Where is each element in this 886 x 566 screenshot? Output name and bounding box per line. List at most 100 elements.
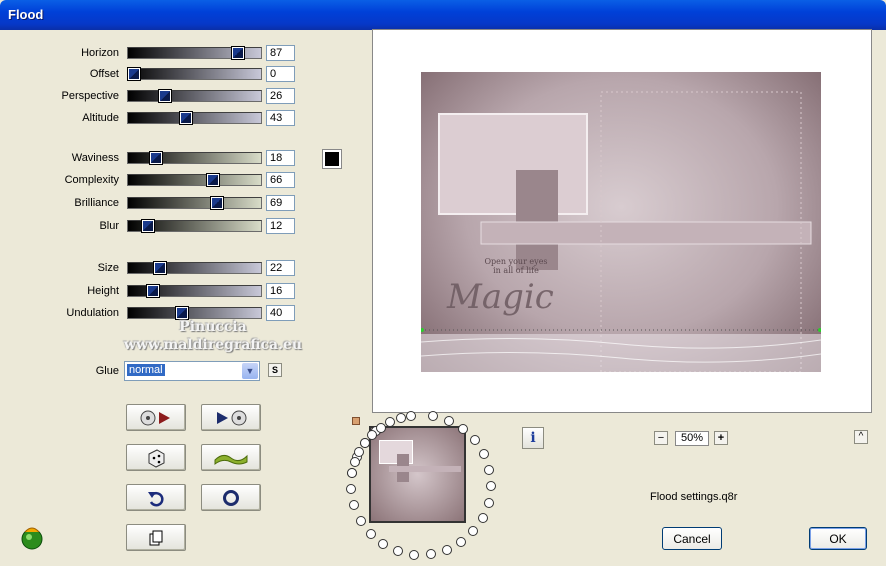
slider-thumb[interactable]: [159, 90, 172, 102]
undo-icon: [148, 491, 164, 506]
color-swatch[interactable]: [322, 149, 342, 169]
slider-value-field[interactable]: 69: [266, 195, 295, 211]
slider-track[interactable]: [127, 90, 262, 102]
navigator-dot: [375, 422, 386, 433]
navigator-dot: [367, 429, 378, 440]
slider-track[interactable]: [127, 174, 262, 186]
navigator-dot: [395, 413, 406, 424]
record-play-button[interactable]: [126, 404, 186, 431]
navigator-dot: [355, 515, 366, 526]
glue-label: Glue: [95, 365, 119, 377]
cancel-button[interactable]: Cancel: [662, 527, 722, 550]
caret-up-icon: ^: [858, 431, 864, 442]
navigator-dot: [484, 464, 495, 475]
navigator-dot: [346, 484, 357, 495]
slider-value-field[interactable]: 66: [266, 172, 295, 188]
navigator-dot: [477, 512, 488, 523]
window-title: Flood: [8, 7, 44, 22]
slider-track[interactable]: [127, 262, 262, 274]
navigator-dot: [470, 435, 480, 446]
slider-thumb[interactable]: [210, 197, 223, 209]
slider-thumb[interactable]: [128, 68, 140, 80]
slider-track[interactable]: [127, 112, 262, 124]
slider-thumb[interactable]: [232, 47, 245, 59]
slider-value-field[interactable]: 16: [266, 283, 295, 299]
slider-label: Size: [97, 262, 119, 274]
reset-circle-icon: [223, 489, 239, 506]
slider-thumb[interactable]: [207, 174, 220, 186]
navigator-thumbnail[interactable]: [369, 426, 466, 523]
slider-value-field[interactable]: 43: [266, 110, 295, 126]
slider-track[interactable]: [127, 220, 262, 232]
disc-play-icon: [140, 410, 170, 425]
navigator-dot: [347, 467, 358, 478]
preview-image: Magic Open your eyes in all of life: [421, 72, 821, 372]
slider-value-field[interactable]: 22: [266, 260, 295, 276]
slider-label: Altitude: [82, 112, 119, 124]
collapse-button[interactable]: ^: [854, 430, 868, 444]
slider-value-field[interactable]: 26: [266, 88, 295, 104]
zoom-level: 50%: [680, 432, 704, 444]
slider-thumb[interactable]: [142, 220, 155, 232]
reset-button[interactable]: [201, 484, 261, 511]
wave-icon: [214, 454, 248, 465]
glue-select[interactable]: normal ▼: [124, 361, 260, 381]
copy-button[interactable]: [126, 524, 186, 551]
slider-label: Offset: [89, 68, 119, 80]
slider-value-field[interactable]: 87: [266, 45, 295, 61]
slider-label: Brilliance: [74, 197, 119, 209]
navigator-dot: [458, 424, 469, 435]
slider-label: Height: [87, 285, 119, 297]
navigator-dot: [456, 537, 467, 548]
preview-panel[interactable]: Magic Open your eyes in all of life: [372, 29, 872, 413]
slider-thumb[interactable]: [149, 152, 162, 164]
settings-file-name: Flood settings.q8r: [650, 491, 738, 503]
title-bar[interactable]: Flood: [0, 0, 886, 30]
zoom-in-button[interactable]: +: [714, 431, 728, 445]
wave-button[interactable]: [201, 444, 261, 471]
navigator-dot: [349, 500, 360, 511]
slider-track[interactable]: [127, 285, 262, 297]
navigator-dot: [483, 497, 494, 508]
slider-label: Perspective: [61, 90, 119, 102]
slider-label: Undulation: [66, 307, 119, 319]
info-button[interactable]: i: [522, 427, 544, 449]
play-disc-button[interactable]: [201, 404, 261, 431]
slider-track[interactable]: [127, 47, 262, 59]
slider-label: Blur: [99, 220, 119, 232]
glue-s-button[interactable]: S: [268, 363, 282, 377]
copy-icon: [149, 530, 163, 545]
chevron-down-icon[interactable]: ▼: [242, 363, 258, 379]
slider-thumb[interactable]: [154, 262, 167, 274]
slider-track[interactable]: [127, 152, 262, 164]
randomize-button[interactable]: [126, 444, 186, 471]
zoom-out-button[interactable]: −: [654, 431, 668, 445]
glue-s-label: S: [271, 364, 278, 375]
slider-thumb[interactable]: [179, 112, 192, 124]
ok-button[interactable]: OK: [809, 527, 867, 550]
slider-value-field[interactable]: 0: [266, 66, 295, 82]
undo-button[interactable]: [126, 484, 186, 511]
watermark: Pinuccia www.maldiregrafica.eu: [118, 318, 308, 354]
zoom-value: 50%: [675, 431, 709, 446]
slider-value-field[interactable]: 18: [266, 150, 295, 166]
minus-icon: −: [657, 431, 665, 444]
glue-value: normal: [127, 364, 165, 376]
slider-value-field[interactable]: 12: [266, 218, 295, 234]
dice-icon: [148, 448, 165, 468]
watermark-url: www.maldiregrafica.eu: [123, 337, 303, 353]
navigator-dot: [485, 481, 496, 492]
navigator-dot: [378, 539, 389, 550]
plus-icon: +: [717, 431, 725, 444]
slider-track[interactable]: [127, 197, 262, 209]
flood-dialog: Flood Horizon 87 Offset 0 Perspective 26 Altit…: [0, 0, 886, 566]
slider-thumb[interactable]: [147, 285, 160, 297]
art-magic-text: Magic: [447, 277, 554, 317]
navigator-dot: [409, 549, 420, 560]
watermark-name: Pinuccia: [179, 319, 247, 335]
navigator-dot: [393, 546, 404, 557]
navigator-dot: [468, 526, 479, 537]
navigator-dot: [349, 457, 360, 468]
navigator-handle[interactable]: [352, 417, 360, 425]
slider-track[interactable]: [127, 68, 262, 80]
